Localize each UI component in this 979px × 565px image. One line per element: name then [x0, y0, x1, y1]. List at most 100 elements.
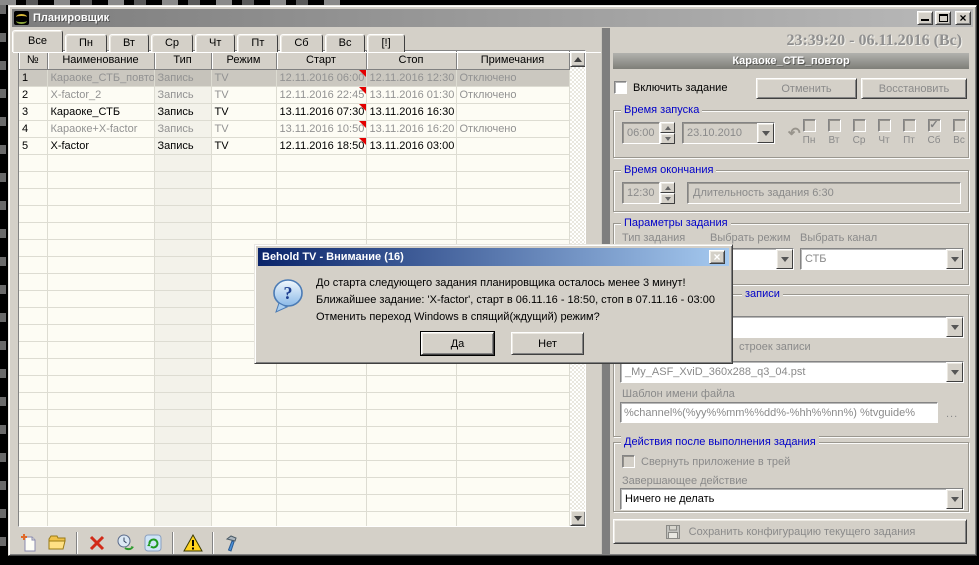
tab-Вс[interactable]: Вс: [325, 34, 366, 52]
column-header[interactable]: Примечания: [456, 51, 569, 69]
task-row[interactable]: 3Караоке_СТБЗаписьTV13.11.2016 07:3013.1…: [19, 103, 569, 120]
cell-name: Караоке_СТБ: [47, 103, 154, 120]
end-time-value[interactable]: 12:30: [622, 182, 660, 204]
tab-Пт[interactable]: Пт: [237, 34, 278, 52]
minimize-button[interactable]: [917, 11, 933, 25]
schedule-run-button[interactable]: [111, 531, 139, 555]
time-up-button[interactable]: [660, 122, 675, 133]
day-label: Сб: [927, 135, 941, 146]
record-preset-combo[interactable]: _My_ASF_XviD_360x288_q3_04.pst: [620, 361, 964, 383]
undo-icon[interactable]: ↶: [788, 124, 801, 142]
scroll-up-button[interactable]: [570, 51, 586, 67]
column-header[interactable]: №: [19, 51, 47, 69]
day-checkbox-Вт[interactable]: [828, 119, 841, 132]
bottom-toolbar: [15, 530, 247, 556]
task-params-group-title: Параметры задания: [621, 217, 731, 229]
day-checkbox-Чт[interactable]: [878, 119, 891, 132]
tab-[!][interactable]: [!]: [367, 34, 404, 52]
time-down-button[interactable]: [660, 133, 675, 144]
close-button[interactable]: ×: [955, 11, 971, 25]
selected-task-title: Караоке_СТБ_повтор: [613, 53, 969, 69]
day-label: Пн: [802, 135, 816, 146]
cancel-button[interactable]: Отменить: [756, 78, 857, 99]
save-config-button[interactable]: Сохранить конфигурацию текущего задания: [613, 519, 967, 544]
final-action-combo[interactable]: Ничего не делать: [620, 488, 964, 510]
task-row[interactable]: 2X-factor_2ЗаписьTV12.11.2016 22:4513.11…: [19, 86, 569, 103]
warning-button[interactable]: [179, 531, 207, 555]
channel-combo[interactable]: СТБ: [800, 248, 964, 270]
dialog-no-button[interactable]: Нет: [511, 332, 584, 355]
column-header[interactable]: Старт: [276, 51, 366, 69]
day-checkbox-Ср[interactable]: [853, 119, 866, 132]
day-checkbox-Вс[interactable]: [953, 119, 966, 132]
column-header[interactable]: Тип: [154, 51, 211, 69]
dropdown-button[interactable]: [946, 249, 963, 269]
start-time-value[interactable]: 06:00: [622, 122, 660, 144]
task-row[interactable]: 5X-factorЗаписьTV12.11.2016 18:5013.11.2…: [19, 137, 569, 154]
tools-button[interactable]: [219, 531, 247, 555]
tab-Вт[interactable]: Вт: [109, 34, 149, 52]
dropdown-button[interactable]: [946, 317, 963, 337]
dialog-yes-button[interactable]: Да: [421, 332, 494, 355]
restore-button[interactable]: Восстановить: [861, 78, 967, 99]
scroll-down-icon: [574, 516, 582, 525]
scroll-down-button[interactable]: [570, 510, 586, 526]
tab-Ср[interactable]: Ср: [151, 34, 193, 52]
enable-task-checkbox[interactable]: [614, 81, 627, 94]
time-up-button[interactable]: [660, 182, 675, 193]
tab-Сб[interactable]: Сб: [280, 34, 322, 52]
tab-Все[interactable]: Все: [12, 30, 63, 52]
date-dropdown-button[interactable]: [757, 123, 774, 143]
dropdown-button[interactable]: [946, 489, 963, 509]
day-Сб: ✓ Сб: [927, 119, 941, 146]
maximize-button[interactable]: [935, 11, 951, 25]
dialog-close-button[interactable]: ×: [709, 250, 725, 264]
minimize-to-tray-label: Свернуть приложение в трей: [641, 456, 790, 468]
cell-type: Запись: [154, 69, 211, 86]
start-date-combo[interactable]: 23.10.2010: [682, 122, 775, 144]
cell-type: Запись: [154, 86, 211, 103]
new-task-button[interactable]: [15, 531, 43, 555]
delete-task-button[interactable]: [83, 531, 111, 555]
cell-mode: TV: [211, 103, 276, 120]
cell-note: [456, 103, 569, 120]
column-header[interactable]: Режим: [211, 51, 276, 69]
enable-task-label: Включить задание: [633, 82, 727, 94]
recycle-icon: [143, 533, 163, 553]
dialog-message-line1: До старта следующего задания планировщик…: [316, 277, 686, 289]
cell-num: 3: [19, 103, 47, 120]
end-time-spinner[interactable]: 12:30: [622, 182, 675, 204]
refresh-button[interactable]: [139, 531, 167, 555]
empty-row: [19, 392, 569, 409]
cell-stop: 13.11.2016 01:30: [366, 86, 456, 103]
task-row[interactable]: 4Караоке+X-factorЗаписьTV13.11.2016 10:5…: [19, 120, 569, 137]
cell-start: 12.11.2016 22:45: [276, 86, 366, 103]
day-checkbox-Пт[interactable]: [903, 119, 916, 132]
hammer-icon: [223, 533, 243, 553]
column-header[interactable]: Наименование: [47, 51, 154, 69]
browse-button[interactable]: ...: [946, 408, 958, 420]
filename-template-input[interactable]: [620, 402, 938, 423]
column-header[interactable]: Стоп: [366, 51, 456, 69]
alarm-marker: [359, 138, 366, 145]
open-task-button[interactable]: [43, 531, 71, 555]
start-time-spinner[interactable]: 06:00: [622, 122, 675, 144]
time-down-button[interactable]: [660, 193, 675, 204]
day-checkbox-Пн[interactable]: [803, 119, 816, 132]
dropdown-button[interactable]: [776, 249, 793, 269]
tab-baseline: [13, 52, 601, 53]
tab-Пн[interactable]: Пн: [65, 34, 107, 52]
tab-Чт[interactable]: Чт: [195, 34, 235, 52]
empty-row: [19, 409, 569, 426]
day-checkbox-Сб[interactable]: ✓: [928, 119, 941, 132]
cell-mode: TV: [211, 137, 276, 154]
cell-stop: 13.11.2016 03:00: [366, 137, 456, 154]
empty-row: [19, 205, 569, 222]
day-Ср: Ср: [852, 119, 866, 146]
minimize-to-tray-checkbox[interactable]: [622, 455, 635, 468]
task-row[interactable]: 1Караоке_СТБ_повторЗаписьTV12.11.2016 06…: [19, 69, 569, 86]
dropdown-button[interactable]: [946, 362, 963, 382]
cell-stop: 13.11.2016 16:30: [366, 103, 456, 120]
empty-row: [19, 426, 569, 443]
cell-note: Отключено: [456, 69, 569, 86]
